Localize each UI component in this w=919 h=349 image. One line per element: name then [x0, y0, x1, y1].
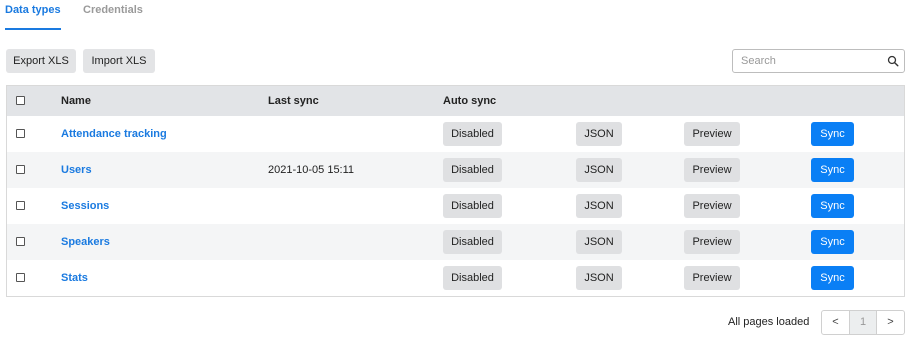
json-button[interactable]: JSON [576, 230, 622, 254]
select-all-checkbox[interactable] [16, 96, 25, 105]
table-row: Sessions Disabled JSON Preview Sync [7, 188, 904, 224]
auto-sync-button[interactable]: Disabled [443, 230, 502, 254]
sync-button[interactable]: Sync [811, 266, 854, 290]
import-xls-button[interactable]: Import XLS [83, 49, 155, 73]
preview-button[interactable]: Preview [684, 158, 740, 182]
json-button[interactable]: JSON [576, 194, 622, 218]
header-last-sync: Last sync [268, 95, 319, 107]
row-checkbox[interactable] [16, 165, 25, 174]
json-button[interactable]: JSON [576, 122, 622, 146]
row-checkbox[interactable] [16, 237, 25, 246]
json-button[interactable]: JSON [576, 158, 622, 182]
pagination-status: All pages loaded [728, 316, 810, 328]
export-xls-button[interactable]: Export XLS [6, 49, 76, 73]
sync-button[interactable]: Sync [811, 158, 854, 182]
preview-button[interactable]: Preview [684, 266, 740, 290]
sync-button[interactable]: Sync [811, 122, 854, 146]
auto-sync-button[interactable]: Disabled [443, 194, 502, 218]
data-type-link[interactable]: Stats [61, 260, 88, 296]
pagination: < 1 > [821, 310, 905, 335]
auto-sync-button[interactable]: Disabled [443, 266, 502, 290]
search-input[interactable]: Search [732, 49, 905, 73]
tab-credentials[interactable]: Credentials [83, 4, 143, 30]
tab-bar: Data types Credentials [5, 0, 305, 30]
data-type-link[interactable]: Speakers [61, 224, 110, 260]
table-row: Speakers Disabled JSON Preview Sync [7, 224, 904, 260]
data-type-link[interactable]: Attendance tracking [61, 116, 167, 152]
auto-sync-button[interactable]: Disabled [443, 122, 502, 146]
preview-button[interactable]: Preview [684, 230, 740, 254]
tab-data-types[interactable]: Data types [5, 4, 61, 30]
preview-button[interactable]: Preview [684, 122, 740, 146]
header-name: Name [61, 95, 91, 107]
table-header: Name Last sync Auto sync [7, 86, 904, 116]
row-checkbox[interactable] [16, 201, 25, 210]
search-placeholder: Search [741, 55, 776, 67]
next-page-button[interactable]: > [877, 311, 904, 334]
row-checkbox[interactable] [16, 129, 25, 138]
sync-button[interactable]: Sync [811, 230, 854, 254]
table-row: Stats Disabled JSON Preview Sync [7, 260, 904, 296]
preview-button[interactable]: Preview [684, 194, 740, 218]
search-icon[interactable] [887, 55, 899, 67]
last-sync-value: 2021-10-05 15:11 [268, 164, 355, 176]
json-button[interactable]: JSON [576, 266, 622, 290]
header-auto-sync: Auto sync [443, 95, 497, 107]
auto-sync-button[interactable]: Disabled [443, 158, 502, 182]
data-type-link[interactable]: Users [61, 152, 92, 188]
table-row: Attendance tracking Disabled JSON Previe… [7, 116, 904, 152]
table-row: Users 2021-10-05 15:11 Disabled JSON Pre… [7, 152, 904, 188]
row-checkbox[interactable] [16, 273, 25, 282]
sync-button[interactable]: Sync [811, 194, 854, 218]
data-types-table: Name Last sync Auto sync Attendance trac… [6, 85, 905, 297]
previous-page-button[interactable]: < [822, 311, 849, 334]
data-type-link[interactable]: Sessions [61, 188, 109, 224]
current-page-button[interactable]: 1 [849, 311, 877, 334]
